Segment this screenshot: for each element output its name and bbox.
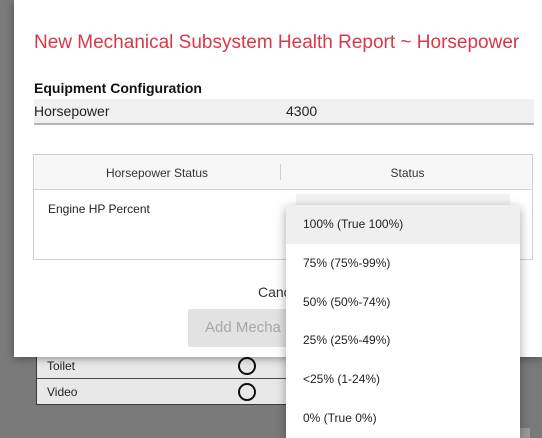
background-scroll-stub bbox=[520, 428, 530, 438]
dropdown-option[interactable]: 0% (True 0%) bbox=[286, 398, 520, 437]
equipment-section-title: Equipment Configuration bbox=[34, 80, 202, 96]
dropdown-option[interactable]: 25% (25%-49%) bbox=[286, 321, 520, 360]
row-label: Video bbox=[47, 384, 78, 399]
horsepower-label: Horsepower bbox=[34, 103, 110, 119]
dialog-title: New Mechanical Subsystem Health Report ~… bbox=[34, 32, 520, 53]
background-table: Toilet Video bbox=[36, 352, 300, 405]
add-button-label: Add Mecha bbox=[205, 319, 281, 336]
column-header-horsepower-status: Horsepower Status bbox=[105, 166, 209, 180]
column-header-status: Status bbox=[390, 166, 425, 180]
status-dropdown-list: 100% (True 100%) 75% (75%-99%) 50% (50%-… bbox=[286, 205, 520, 438]
dropdown-option[interactable]: 50% (50%-74%) bbox=[286, 282, 520, 321]
table-header: Horsepower Status Status bbox=[34, 155, 532, 190]
dropdown-option[interactable]: 75% (75%-99%) bbox=[286, 244, 520, 283]
radio-button[interactable] bbox=[238, 356, 256, 375]
row-label: Toilet bbox=[47, 358, 76, 373]
add-mechanical-report-button[interactable]: Add Mecha bbox=[188, 309, 298, 347]
table-row: Video bbox=[37, 378, 299, 404]
radio-button[interactable] bbox=[238, 382, 256, 401]
horsepower-value: 4300 bbox=[286, 103, 318, 119]
horsepower-config-row: Horsepower 4300 bbox=[34, 99, 534, 125]
dropdown-option[interactable]: 100% (True 100%) bbox=[286, 205, 520, 244]
engine-hp-percent-label: Engine HP Percent bbox=[48, 202, 150, 216]
dropdown-option[interactable]: <25% (1-24%) bbox=[286, 360, 520, 399]
